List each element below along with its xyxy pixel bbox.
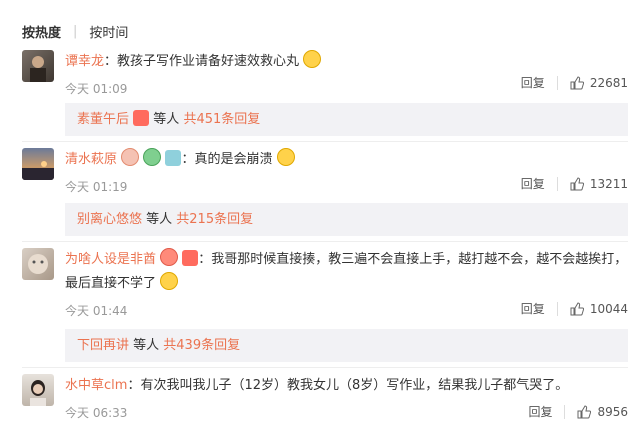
reply-summary-user[interactable]: 别离心悠悠 [77,212,142,227]
reply-summary-text: 等人 [142,212,177,227]
thumbs-up-icon [570,75,584,89]
sort-bar: 按热度 | 按时间 [22,22,128,41]
thumbs-up-icon [570,301,584,315]
reply-button[interactable]: 回复 [528,403,552,420]
comment-actions: 回复 13211 [521,175,628,192]
thumbs-up-icon [577,404,592,418]
heart-eyes-emoji-icon [160,248,179,266]
comment-actions: 回复 22681 [521,74,628,91]
reply-button[interactable]: 回复 [521,300,545,317]
divider [22,367,628,368]
shush-emoji-icon [160,272,179,290]
avatar-image [30,56,46,82]
reply-summary-count[interactable]: 共439条回复 [163,338,240,353]
comment-actions: 回复 8956 [528,403,628,420]
reply-summary-user[interactable]: 素董午后 [77,112,129,127]
reply-button[interactable]: 回复 [521,175,545,192]
badge-icon [121,148,140,166]
like-count: 22681 [589,75,628,90]
action-divider [564,404,566,419]
comment-item: 水中草clm：有次我叫我儿子（12岁）教我女儿（8岁）写作业，结果我儿子都气哭了… [22,374,628,429]
comment-text: ：教孩子写作业请备好速效救心丸 [104,54,300,69]
reply-summary[interactable]: 素董午后 等人 共451条回复 [65,103,628,136]
comment-text: ：真的是会崩溃 [181,152,273,167]
action-divider [556,176,558,191]
reply-summary-text: 等人 [153,112,184,127]
like-button[interactable]: 22681 [570,76,628,90]
comment-item: 清水萩原 ：真的是会崩溃 今天 01:19 回复 13211 [22,148,628,208]
comment-username[interactable]: 水中草clm [65,378,127,393]
avatar[interactable] [22,148,54,180]
sort-by-time-tab[interactable]: 按时间 [89,22,128,41]
comment-text: ：我哥那时候直接揍，教三遍不会直接上手，越打越不会，越不会越挨打， [198,252,628,267]
watermelon-emoji-icon [133,110,150,126]
action-divider [556,75,558,90]
comment-actions: 回复 10044 [521,300,628,317]
like-count: 8956 [597,404,628,419]
avatar[interactable] [22,50,54,82]
divider [22,141,628,142]
reply-summary-user[interactable]: 下回再讲 [77,338,129,353]
like-button[interactable]: 8956 [577,405,628,419]
like-button[interactable]: 10044 [570,302,628,316]
reply-summary[interactable]: 下回再讲 等人 共439条回复 [65,329,628,362]
divider [22,241,628,242]
camera-badge-icon [165,150,182,166]
sweat-emoji-icon [303,50,322,68]
avatar-image [22,161,54,180]
avatar[interactable] [22,248,54,280]
comment-username[interactable]: 为啥人设是非酋 [65,252,156,267]
watermelon-emoji-icon [182,250,199,266]
comment-username[interactable]: 谭幸龙 [65,54,104,69]
laugh-cry-emoji-icon [276,148,295,166]
reply-summary[interactable]: 别离心悠悠 等人 共215条回复 [65,203,628,236]
sort-by-hot-tab[interactable]: 按热度 [22,22,61,41]
avatar-image [28,254,48,274]
like-button[interactable]: 13211 [570,177,628,191]
comment-item: 为啥人设是非酋 ：我哥那时候直接揍，教三遍不会直接上手，越打越不会，越不会越挨打… [22,248,628,328]
like-count: 13211 [589,176,628,191]
like-count: 10044 [589,301,628,316]
comment-text-continued: 最后直接不学了 [65,276,157,291]
avatar-image [30,380,46,406]
heart-badge-icon [143,148,162,166]
reply-button[interactable]: 回复 [521,74,545,91]
action-divider [556,301,558,316]
sort-divider: | [73,24,78,39]
comment-username[interactable]: 清水萩原 [65,152,117,167]
thumbs-up-icon [570,176,584,190]
reply-summary-count[interactable]: 共215条回复 [176,212,253,227]
avatar[interactable] [22,374,54,406]
comment-text: ：有次我叫我儿子（12岁）教我女儿（8岁）写作业，结果我儿子都气哭了。 [127,378,569,393]
reply-summary-count[interactable]: 共451条回复 [183,112,260,127]
reply-summary-text: 等人 [129,338,164,353]
